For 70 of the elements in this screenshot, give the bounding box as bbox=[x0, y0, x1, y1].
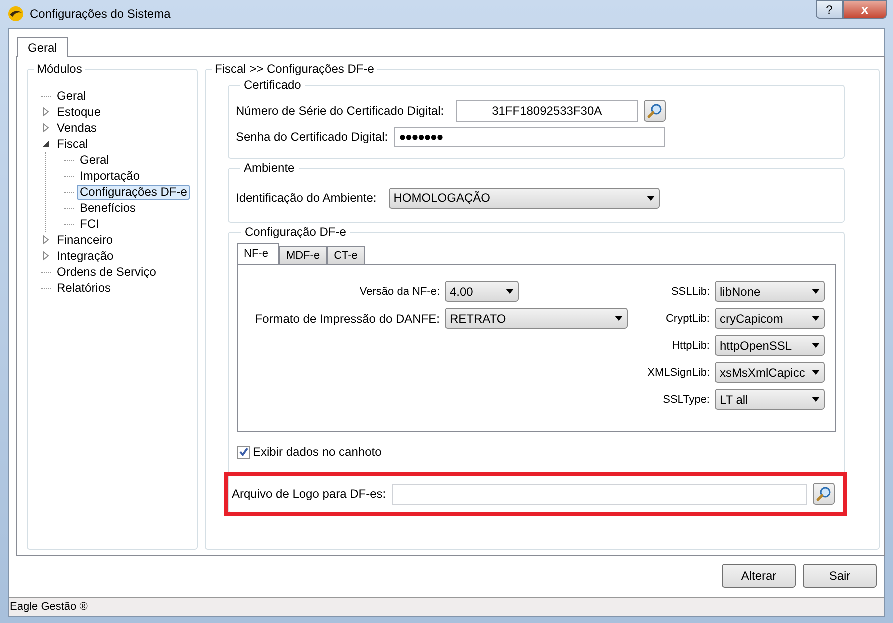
tree-item[interactable]: Financeiro bbox=[54, 232, 116, 248]
app-icon bbox=[8, 6, 24, 22]
dropdown[interactable]: cryCapicom bbox=[715, 308, 825, 329]
tree-item[interactable]: Importação bbox=[77, 168, 144, 184]
caret-icon bbox=[646, 196, 655, 200]
expand-icon[interactable] bbox=[41, 107, 51, 117]
tree-item[interactable]: Ordens de Serviço bbox=[54, 264, 160, 280]
checkbox-label: Exibir dados no canhoto bbox=[253, 445, 382, 459]
tree-item[interactable]: Benefícios bbox=[77, 200, 140, 216]
action-button[interactable]: Sair bbox=[803, 564, 877, 588]
group-title: Ambiente bbox=[243, 161, 296, 175]
field-label: Formato de Impressão do DANFE: bbox=[255, 312, 440, 326]
field-label: CryptLib: bbox=[666, 312, 710, 324]
search-icon bbox=[816, 486, 832, 502]
tree-item[interactable]: Vendas bbox=[54, 120, 100, 136]
tab[interactable]: MDF-e bbox=[279, 246, 328, 264]
dropdown[interactable]: httpOpenSSL bbox=[715, 335, 825, 356]
field-label: HttpLib: bbox=[672, 340, 710, 352]
expand-icon[interactable] bbox=[41, 123, 51, 133]
group-title: Módulos bbox=[36, 62, 84, 76]
tree-item[interactable]: Geral bbox=[77, 152, 112, 168]
dropdown[interactable]: 4.00 bbox=[445, 281, 519, 302]
tree-item[interactable]: Configurações DF-e bbox=[77, 184, 190, 200]
status-text: Eagle Gestão ® bbox=[10, 601, 88, 613]
window-title: Configurações do Sistema bbox=[30, 7, 171, 21]
field-label: Arquivo de Logo para DF-es: bbox=[232, 487, 386, 501]
caret-icon bbox=[812, 289, 820, 294]
tree-item[interactable]: Relatórios bbox=[54, 280, 114, 296]
help-button[interactable]: ? bbox=[816, 0, 843, 19]
field-label: Identificação do Ambiente: bbox=[236, 191, 377, 205]
checkbox[interactable] bbox=[237, 446, 250, 458]
group-title: Configuração DF-e bbox=[244, 225, 348, 239]
tab[interactable]: NF-e bbox=[237, 243, 280, 264]
breadcrumb: Fiscal >> Configurações DF-e bbox=[214, 62, 376, 76]
caret-icon bbox=[812, 370, 820, 375]
password-field[interactable]: ●●●●●●● bbox=[394, 127, 666, 147]
collapse-icon[interactable] bbox=[41, 139, 51, 149]
action-button[interactable]: Alterar bbox=[722, 564, 796, 588]
field-label: Senha do Certificado Digital: bbox=[236, 130, 388, 144]
tree-item[interactable]: FCI bbox=[77, 216, 102, 232]
caret-icon bbox=[812, 397, 820, 402]
logo-file-field[interactable] bbox=[392, 484, 807, 504]
tab[interactable]: Geral bbox=[17, 37, 68, 57]
caret-icon bbox=[812, 316, 820, 321]
search-button[interactable] bbox=[644, 100, 666, 122]
tree-item[interactable]: Fiscal bbox=[54, 136, 92, 152]
tree-item[interactable]: Geral bbox=[54, 88, 90, 104]
caret-icon bbox=[812, 343, 820, 348]
dropdown[interactable]: xsMsXmlCapicc bbox=[715, 362, 825, 383]
tab[interactable]: CT-e bbox=[327, 246, 365, 264]
search-button[interactable] bbox=[813, 483, 835, 505]
expand-icon[interactable] bbox=[41, 251, 51, 261]
field-label: XMLSignLib: bbox=[648, 366, 710, 378]
field-label: Número de Série do Certificado Digital: bbox=[236, 104, 444, 118]
search-icon bbox=[647, 103, 664, 119]
field-label: Versão da NF-e: bbox=[360, 286, 440, 298]
dropdown[interactable]: LT all bbox=[715, 389, 825, 410]
serial-field[interactable]: 31FF18092533F30A bbox=[456, 100, 638, 122]
tree-item[interactable]: Estoque bbox=[54, 104, 104, 120]
check-icon bbox=[238, 447, 248, 457]
field-label: SSLLib: bbox=[671, 286, 710, 298]
expand-icon[interactable] bbox=[41, 235, 51, 245]
field-label: SSLType: bbox=[663, 394, 710, 406]
tree-item[interactable]: Integração bbox=[54, 248, 117, 264]
caret-icon bbox=[615, 316, 623, 321]
dropdown[interactable]: RETRATO bbox=[445, 308, 628, 329]
group-title: Certificado bbox=[243, 78, 302, 92]
caret-icon bbox=[506, 289, 514, 294]
dropdown[interactable]: libNone bbox=[715, 281, 825, 302]
environment-dropdown[interactable]: HOMOLOGAÇÃO bbox=[388, 188, 660, 208]
